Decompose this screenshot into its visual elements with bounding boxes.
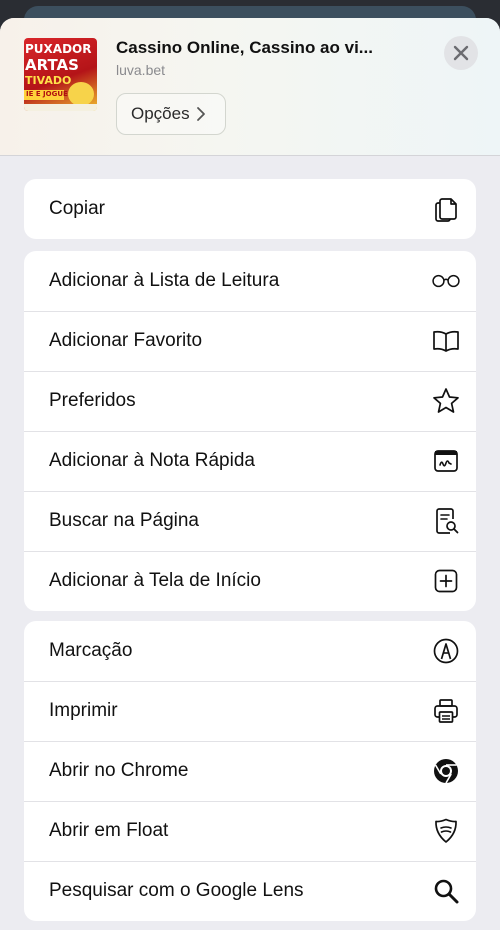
close-icon — [453, 45, 469, 61]
options-button[interactable]: Opções — [116, 93, 226, 135]
thumbnail-coin — [68, 82, 94, 106]
action-label: Buscar na Página — [49, 510, 199, 531]
action-copy[interactable]: Copiar — [24, 179, 476, 239]
action-label: Adicionar Favorito — [49, 330, 203, 351]
action-find-in-page[interactable]: Buscar na Página — [24, 491, 476, 551]
add-square-icon — [430, 565, 462, 597]
book-icon — [430, 325, 462, 357]
close-button[interactable] — [444, 36, 478, 70]
action-label: Imprimir — [49, 700, 118, 721]
markup-icon — [430, 635, 462, 667]
share-sheet: PUXADOR ARTAS TIVADO IE E JOGUE Cassino … — [0, 18, 500, 930]
page-domain: luva.bet — [116, 62, 166, 78]
action-label: Pesquisar com o Google Lens — [49, 880, 304, 901]
find-in-page-icon — [430, 505, 462, 537]
action-label: Adicionar à Nota Rápida — [49, 450, 255, 471]
action-label: Adicionar à Tela de Início — [49, 570, 261, 591]
action-add-reading-list[interactable]: Adicionar à Lista de Leitura — [24, 251, 476, 311]
chevron-right-icon — [196, 107, 205, 121]
action-label: Marcação — [49, 640, 133, 661]
page-title: Cassino Online, Cassino ao vi... — [116, 38, 373, 57]
glasses-icon — [430, 265, 462, 297]
action-group-1: Copiar — [24, 179, 476, 239]
search-icon — [430, 875, 462, 907]
thumbnail-text-4: IE E JOGUE — [24, 90, 68, 100]
action-add-quick-note[interactable]: Adicionar à Nota Rápida — [24, 431, 476, 491]
action-add-home-screen[interactable]: Adicionar à Tela de Início — [24, 551, 476, 611]
action-label: Abrir em Float — [49, 820, 169, 841]
quick-note-icon — [430, 445, 462, 477]
action-label: Preferidos — [49, 390, 136, 411]
printer-icon — [430, 695, 462, 727]
action-label: Copiar — [49, 198, 105, 219]
copy-icon — [430, 193, 462, 225]
star-icon — [430, 385, 462, 417]
action-group-2: Adicionar à Lista de Leitura Adicionar F… — [24, 251, 476, 611]
thumbnail-footer-strip — [24, 104, 97, 111]
action-add-bookmark[interactable]: Adicionar Favorito — [24, 311, 476, 371]
thumbnail-text-2: ARTAS — [25, 56, 79, 74]
chrome-icon — [430, 755, 462, 787]
action-label: Abrir no Chrome — [49, 760, 189, 781]
action-favorites[interactable]: Preferidos — [24, 371, 476, 431]
options-button-label: Opções — [131, 104, 190, 123]
action-label: Adicionar à Lista de Leitura — [49, 270, 280, 291]
action-print[interactable]: Imprimir — [24, 681, 476, 741]
action-google-lens[interactable]: Pesquisar com o Google Lens — [24, 861, 476, 921]
action-open-chrome[interactable]: Abrir no Chrome — [24, 741, 476, 801]
action-open-float[interactable]: Abrir em Float — [24, 801, 476, 861]
share-sheet-header: PUXADOR ARTAS TIVADO IE E JOGUE Cassino … — [0, 18, 500, 156]
action-group-3: Marcação Imprimir Abrir no Chrome Abrir … — [24, 621, 476, 921]
action-markup[interactable]: Marcação — [24, 621, 476, 681]
thumbnail-text-1: PUXADOR — [25, 42, 92, 56]
page-thumbnail: PUXADOR ARTAS TIVADO IE E JOGUE — [24, 38, 97, 111]
float-shield-icon — [430, 815, 462, 847]
